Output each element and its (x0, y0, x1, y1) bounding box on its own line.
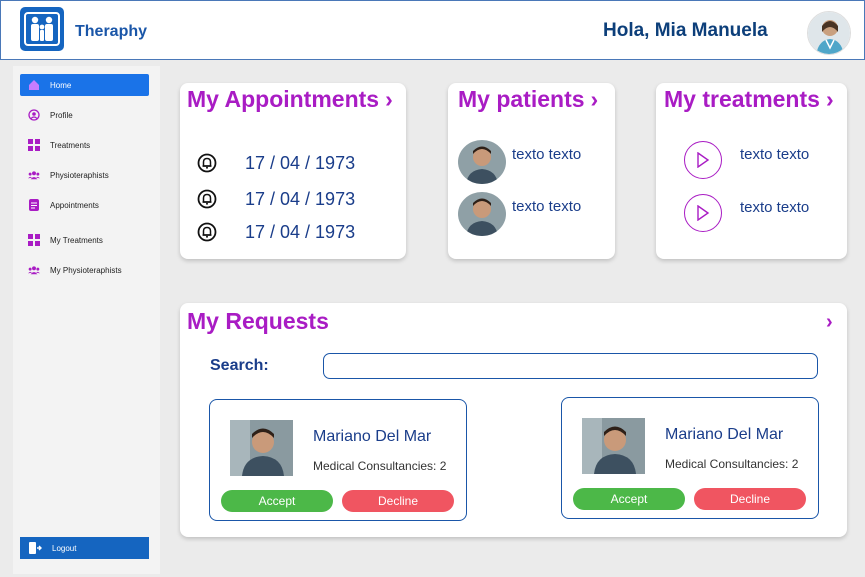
sidebar: Home Profile Treatments Physioteraphists… (13, 66, 160, 574)
patient-photo (458, 140, 506, 184)
sidebar-item-label: Home (50, 80, 72, 90)
requests-card: My Requests › Search: Mariano Del Mar Me… (180, 303, 847, 537)
treatments-card: My treatments › texto texto texto texto (656, 83, 847, 259)
list-item[interactable]: 17 / 04 / 1973 (196, 188, 355, 210)
treatment-name: texto texto (740, 199, 810, 216)
appointment-date: 17 / 04 / 1973 (245, 188, 356, 209)
requester-photo (230, 420, 293, 476)
list-item[interactable]: texto texto (684, 141, 809, 179)
sidebar-item-my-treatments[interactable]: My Treatments (20, 229, 149, 251)
list-item[interactable]: 17 / 04 / 1973 (196, 221, 355, 243)
home-icon (28, 79, 40, 91)
search-label: Search: (210, 357, 269, 374)
patient-name: texto texto (512, 146, 582, 163)
bell-icon (196, 188, 218, 210)
request-card: Mariano Del Mar Medical Consultancies: 2… (561, 397, 819, 519)
appointment-date: 17 / 04 / 1973 (245, 221, 356, 242)
patients-card: My patients › texto texto texto texto (448, 83, 615, 259)
sidebar-item-label: Appointments (50, 200, 99, 210)
request-card: Mariano Del Mar Medical Consultancies: 2… (209, 399, 467, 521)
requester-name: Mariano Del Mar (313, 428, 432, 445)
top-header: Theraphy Hola, Mia Manuela (0, 0, 865, 60)
patient-photo (458, 192, 506, 236)
family-logo-icon[interactable] (20, 7, 64, 51)
appointment-date: 17 / 04 / 1973 (245, 152, 356, 173)
appointments-card: My Appointments › 17 / 04 / 1973 17 / 04 … (180, 83, 406, 259)
requester-name: Mariano Del Mar (665, 426, 784, 443)
requester-meta: Medical Consultancies: 2 (665, 457, 799, 471)
play-icon[interactable] (684, 194, 722, 232)
decline-button[interactable]: Decline (342, 490, 454, 512)
group-icon (28, 169, 40, 181)
logout-icon (29, 542, 42, 554)
profile-icon (28, 109, 40, 121)
sidebar-item-appointments[interactable]: Appointments (20, 194, 149, 216)
requests-title: My Requests (187, 308, 329, 334)
logout-label: Logout (52, 543, 77, 553)
chevron-right-icon[interactable]: › (385, 86, 393, 112)
sidebar-item-my-physioteraphists[interactable]: My Physioteraphists (20, 259, 149, 281)
patients-title[interactable]: My patients › (458, 86, 598, 113)
sidebar-item-profile[interactable]: Profile (20, 104, 149, 126)
sidebar-item-label: My Physioteraphists (50, 265, 122, 275)
sidebar-item-label: Treatments (50, 140, 91, 150)
grid-icon (28, 234, 40, 246)
app-title: Theraphy (75, 23, 148, 40)
play-icon[interactable] (684, 141, 722, 179)
group-icon (28, 264, 40, 276)
list-item[interactable]: texto texto (458, 140, 581, 184)
search-input[interactable] (323, 353, 818, 379)
treatment-name: texto texto (740, 146, 810, 163)
sidebar-item-treatments[interactable]: Treatments (20, 134, 149, 156)
appointments-title[interactable]: My Appointments › (187, 86, 393, 113)
requester-meta: Medical Consultancies: 2 (313, 459, 447, 473)
sidebar-item-physioteraphists[interactable]: Physioteraphists (20, 164, 149, 186)
accept-button[interactable]: Accept (221, 490, 333, 512)
logout-button[interactable]: Logout (20, 537, 149, 559)
sidebar-item-home[interactable]: Home (20, 74, 149, 96)
list-item[interactable]: texto texto (684, 194, 809, 232)
treatments-title[interactable]: My treatments › (664, 86, 834, 113)
grid-icon (28, 139, 40, 151)
bell-icon (196, 221, 218, 243)
greeting-text: Hola, Mia Manuela (603, 20, 768, 41)
sidebar-item-label: My Treatments (50, 235, 103, 245)
chevron-right-icon[interactable]: › (591, 86, 599, 112)
decline-button[interactable]: Decline (694, 488, 806, 510)
chevron-right-icon[interactable]: › (826, 311, 833, 334)
chevron-right-icon[interactable]: › (826, 86, 834, 112)
accept-button[interactable]: Accept (573, 488, 685, 510)
patient-name: texto texto (512, 198, 582, 215)
bell-icon (196, 152, 218, 174)
user-avatar[interactable] (807, 11, 851, 55)
document-icon (28, 199, 40, 211)
list-item[interactable]: texto texto (458, 192, 581, 236)
sidebar-item-label: Profile (50, 110, 73, 120)
list-item[interactable]: 17 / 04 / 1973 (196, 152, 355, 174)
sidebar-item-label: Physioteraphists (50, 170, 109, 180)
requester-photo (582, 418, 645, 474)
